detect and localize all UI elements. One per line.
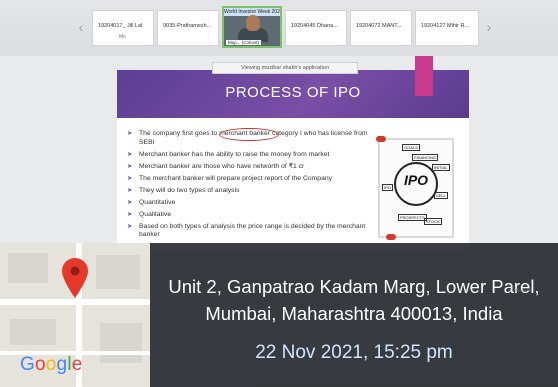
participant-strip: ‹ 19204017_ Jill Lal Mo 9035-Prathamesh.… (0, 0, 558, 56)
bullet-arrow-icon: ➤ (127, 150, 133, 158)
whiteboard-label: PROSPECTS (398, 214, 427, 221)
list-item: ➤ Quantitative (127, 198, 176, 206)
map-pin-icon (62, 258, 88, 298)
shared-slide: PROCESS OF IPO ➤ The company first goes t… (117, 56, 469, 250)
participant-name: 19204072 MANT... (356, 23, 402, 29)
bullet-arrow-icon: ➤ (127, 130, 133, 137)
participant-video-tile[interactable]: World Investor Week 2021 Mup... (Cohost) (222, 6, 282, 48)
map-block (100, 323, 142, 363)
list-item: ➤ Qualitative (127, 210, 172, 218)
chevron-right-icon[interactable]: › (482, 20, 496, 34)
whiteboard-label: FINANCING (412, 154, 438, 161)
capture-timestamp: 22 Nov 2021, 15:25 pm (255, 342, 453, 363)
whiteboard-label: GOALS (402, 144, 420, 151)
chevron-left-icon[interactable]: ‹ (74, 20, 88, 34)
whiteboard-label: INITIAL (432, 164, 450, 171)
participant-tile[interactable]: 19204017_ Jill Lal Mo (92, 10, 154, 46)
participant-name: 19204017_ Jill Lal (98, 23, 143, 29)
show-all-button[interactable]: Show All (514, 288, 531, 293)
list-item: ➤ Merchant banker has the ability to rais… (127, 150, 330, 158)
bullet-arrow-icon: ➤ (127, 210, 133, 218)
participant-sub: Mo (119, 34, 126, 40)
map-block (10, 319, 56, 345)
whiteboard-label: IPO (382, 184, 393, 191)
participant-name: 9035-Prathamesh... (163, 23, 212, 29)
participant-tile[interactable]: 19204045 Dhana... (285, 10, 347, 46)
geotag-info-panel: Unit 2, Ganpatrao Kadam Marg, Lower Pare… (150, 243, 558, 387)
bullet-arrow-icon: ➤ (127, 162, 133, 170)
ipo-whiteboard-illustration: IPO GOALS FINANCING IPO INITIAL SELL PRO… (372, 130, 460, 245)
whiteboard-label: STOCK (424, 218, 442, 225)
whiteboard-label: SELL (434, 192, 448, 199)
participant-name: 19204045 Dhana... (291, 23, 338, 29)
list-item: ➤ Based on both types of analysis the pri… (127, 222, 366, 239)
bullet-arrow-icon: ➤ (127, 198, 133, 206)
marker-cap (386, 234, 396, 240)
bullet-arrow-icon: ➤ (127, 186, 133, 194)
bullet-arrow-icon: ➤ (127, 222, 133, 230)
presenter-face (246, 15, 260, 31)
address-line: Mumbai, Maharashtra 400013, India (205, 303, 503, 324)
screen-share-banner: Viewing muzibar shakh's application (212, 62, 358, 74)
list-item: ➤ Merchant banker are those who have netw… (127, 162, 305, 170)
map-block (8, 253, 48, 283)
marker-cap (376, 136, 386, 142)
list-item: ➤ The merchant banker will prepare projec… (127, 174, 333, 182)
annotation-circle (219, 128, 279, 141)
google-logo: Google (20, 354, 83, 375)
slide-accent-tab (415, 56, 433, 96)
location-address: Unit 2, Ganpatrao Kadam Marg, Lower Pare… (150, 273, 558, 327)
map-road (0, 299, 150, 305)
slide-bullet-list: ➤ The company first goes to merchant bank… (127, 130, 377, 243)
participant-tile[interactable]: 19204127 Mihir R... (415, 10, 479, 46)
map-block (96, 255, 140, 289)
list-item: ➤ They will do two types of analysis (127, 186, 240, 194)
address-line: Unit 2, Ganpatrao Kadam Marg, Lower Pare… (168, 276, 540, 297)
bullet-arrow-icon: ➤ (127, 174, 133, 182)
whiteboard-word: IPO (403, 172, 429, 188)
participant-name: 19204127 Mihir R... (421, 23, 469, 29)
participant-tile[interactable]: 19204072 MANT... (350, 10, 412, 46)
participant-tile[interactable]: 9035-Prathamesh... (157, 10, 219, 46)
participant-name: Mup... (Cohost) (226, 40, 262, 45)
